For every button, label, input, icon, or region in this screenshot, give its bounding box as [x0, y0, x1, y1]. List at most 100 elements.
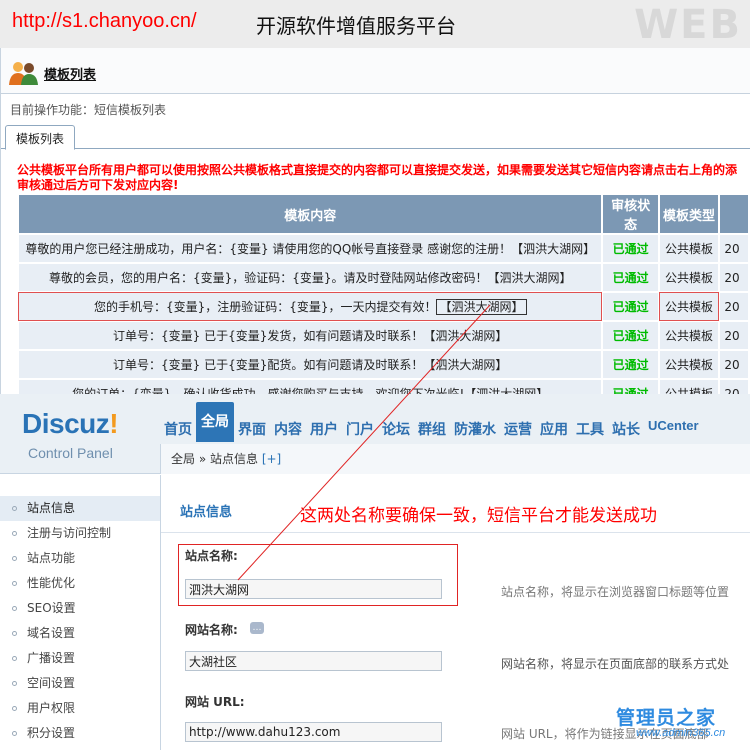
col-header-content: 模板内容	[19, 195, 602, 233]
callout-text: 这两处名称要确保一致，短信平台才能发送成功	[300, 506, 657, 526]
col-header-type: 模板类型	[659, 195, 719, 233]
tab-template-list[interactable]: 模板列表	[5, 125, 76, 150]
template-panel-header: 模板列表	[1, 48, 750, 94]
banner-url[interactable]: http://s1.chanyoo.cn/	[12, 10, 197, 33]
sidebar-item-domain[interactable]: 域名设置	[0, 621, 160, 646]
row-content: 尊敬的用户您已经注册成功，用户名：{变量} 请使用您的QQ帐号直接登录 感谢您的…	[19, 235, 602, 262]
row-type: 公共模板	[659, 351, 719, 378]
top-nav: 首页 全局 界面 内容 用户 门户 论坛 群组 防灌水 运营 应用 工具 站长 …	[160, 402, 703, 442]
tab-strip: 模板列表	[1, 125, 750, 150]
sidebar-item-label: 用户权限	[27, 701, 76, 715]
users-icon	[9, 62, 38, 85]
discuz-breadcrumb: 全局 » 站点信息 [+]	[160, 444, 750, 474]
web-url-input[interactable]	[185, 722, 442, 742]
web-name-input[interactable]	[185, 651, 442, 671]
nav-anti-spam[interactable]: 防灌水	[450, 418, 500, 442]
nav-tools[interactable]: 工具	[572, 418, 608, 442]
row-date: 20	[720, 264, 748, 291]
sidebar-item-user-permissions[interactable]: 用户权限	[0, 696, 160, 721]
table-header-row: 模板内容 审核状态 模板类型	[19, 195, 748, 233]
template-panel-title[interactable]: 模板列表	[44, 64, 96, 83]
site-watermark-logo: 管理员之家 www.admin365.cn	[608, 703, 746, 747]
sidebar-item-broadcast[interactable]: 广播设置	[0, 646, 160, 671]
bullet-icon	[12, 606, 17, 611]
discuz-sidebar: 站点信息 注册与访问控制 站点功能 性能优化 SEO设置 域名设置 广播设置 空…	[0, 475, 160, 750]
breadcrumb-path: 全局 » 站点信息	[171, 452, 258, 466]
row-status: 已通过	[603, 264, 658, 291]
notice-line-2: 审核通过后方可下发对应内容!	[17, 178, 179, 192]
section-divider	[161, 532, 750, 533]
bullet-icon	[12, 631, 17, 636]
nav-apps[interactable]: 应用	[536, 418, 572, 442]
nav-webmaster[interactable]: 站长	[608, 418, 644, 442]
nav-home[interactable]: 首页	[160, 418, 196, 442]
sidebar-item-space[interactable]: 空间设置	[0, 671, 160, 696]
nav-groups[interactable]: 群组	[414, 418, 450, 442]
row-status: 已通过	[603, 380, 658, 394]
nav-interface[interactable]: 界面	[234, 418, 270, 442]
bullet-icon	[12, 506, 17, 511]
banner-watermark: WEB	[634, 2, 742, 48]
banner-title: 开源软件增值服务平台	[256, 14, 456, 38]
discuz-logo[interactable]: Discuz!	[22, 408, 119, 440]
row-date: 20	[720, 322, 748, 349]
sidebar-item-label: 域名设置	[27, 626, 76, 640]
signature-box: 【泗洪大湖网】	[436, 299, 527, 315]
section-title: 站点信息	[180, 505, 233, 520]
discuz-control-panel: Discuz! Control Panel 首页 全局 界面 内容 用户 门户 …	[0, 394, 750, 750]
row-type: 公共模板	[658, 292, 720, 321]
sidebar-item-seo[interactable]: SEO设置	[0, 596, 160, 621]
table-row-highlighted: 您的手机号：{变量}，注册验证码：{变量}，一天内提交有效！ 【泗洪大湖网】 已通…	[17, 292, 748, 321]
row-content: 订单号：{变量} 已于{变量}配货。如有问题请及时联系！【泗洪大湖网】	[19, 351, 602, 378]
watermark-title: 管理员之家	[616, 707, 717, 729]
sidebar-item-label: 站点信息	[27, 501, 76, 515]
row-date: 20	[720, 351, 748, 378]
nav-users[interactable]: 用户	[306, 418, 342, 442]
bullet-icon	[12, 531, 17, 536]
notice-text: 公共模板平台所有用户都可以使用按照公共模板格式直接提交的内容都可以直接提交发送，…	[17, 163, 750, 193]
template-table: 模板内容 审核状态 模板类型 尊敬的用户您已经注册成功，用户名：{变量} 请使用…	[17, 193, 750, 394]
nav-portal[interactable]: 门户	[342, 418, 378, 442]
site-name-label: 站点名称:	[185, 549, 238, 563]
sidebar-item-registration[interactable]: 注册与访问控制	[0, 521, 160, 546]
sidebar-item-label: 广播设置	[27, 651, 76, 665]
nav-ucenter[interactable]: UCenter	[644, 418, 703, 442]
table-row: 尊敬的会员，您的用户名：{变量}，验证码：{变量}。请及时登陆网站修改密码！【泗…	[19, 264, 748, 291]
bullet-icon	[12, 706, 17, 711]
row-type: 公共模板	[659, 264, 719, 291]
table-row: 尊敬的用户您已经注册成功，用户名：{变量} 请使用您的QQ帐号直接登录 感谢您的…	[19, 235, 748, 262]
nav-operations[interactable]: 运营	[500, 418, 536, 442]
discuz-logo-text: Discuz	[22, 408, 110, 439]
row-type: 公共模板	[659, 235, 719, 262]
site-name-input[interactable]	[185, 579, 442, 599]
col-header-date	[720, 195, 748, 233]
row-content-text: 您的手机号：{变量}，注册验证码：{变量}，一天内提交有效！	[93, 300, 437, 314]
sidebar-item-site-features[interactable]: 站点功能	[0, 546, 160, 571]
row-content: 订单号：{变量} 已于{变量}发货，如有问题请及时联系！【泗洪大湖网】	[19, 322, 602, 349]
nav-global[interactable]: 全局	[196, 402, 234, 442]
row-date: 20	[720, 293, 748, 320]
add-shortcut-link[interactable]: [+]	[262, 452, 281, 466]
discuz-header: Discuz! Control Panel 首页 全局 界面 内容 用户 门户 …	[0, 394, 750, 474]
sidebar-item-credits[interactable]: 积分设置	[0, 721, 160, 746]
nav-forum[interactable]: 论坛	[378, 418, 414, 442]
nav-content[interactable]: 内容	[270, 418, 306, 442]
bullet-icon	[12, 681, 17, 686]
row-date: 20	[720, 380, 748, 394]
row-status: 已通过	[603, 293, 658, 320]
site-name-hint: 站点名称，将显示在浏览器窗口标题等位置	[501, 585, 730, 599]
help-icon[interactable]: …	[250, 622, 264, 634]
sidebar-item-performance[interactable]: 性能优化	[0, 571, 160, 596]
control-panel-subtitle: Control Panel	[28, 445, 113, 461]
row-type: 公共模板	[659, 322, 719, 349]
sidebar-item-site-info[interactable]: 站点信息	[0, 496, 160, 521]
row-content: 尊敬的会员，您的用户名：{变量}，验证码：{变量}。请及时登陆网站修改密码！【泗…	[19, 264, 602, 291]
web-url-label: 网站 URL:	[185, 695, 245, 709]
table-row: 订单号：{变量} 已于{变量}发货，如有问题请及时联系！【泗洪大湖网】 已通过 …	[19, 322, 748, 349]
table-row: 订单号：{变量} 已于{变量}配货。如有问题请及时联系！【泗洪大湖网】 已通过 …	[19, 351, 748, 378]
bullet-icon	[12, 656, 17, 661]
sidebar-item-label: 注册与访问控制	[27, 526, 112, 540]
web-name-hint: 网站名称，将显示在页面底部的联系方式处	[501, 657, 730, 671]
row-date: 20	[720, 235, 748, 262]
row-content: 您的订单：{变量}，确认收货成功。感谢您购买与支持，欢迎您下次光临!【泗洪大湖网…	[19, 380, 602, 394]
